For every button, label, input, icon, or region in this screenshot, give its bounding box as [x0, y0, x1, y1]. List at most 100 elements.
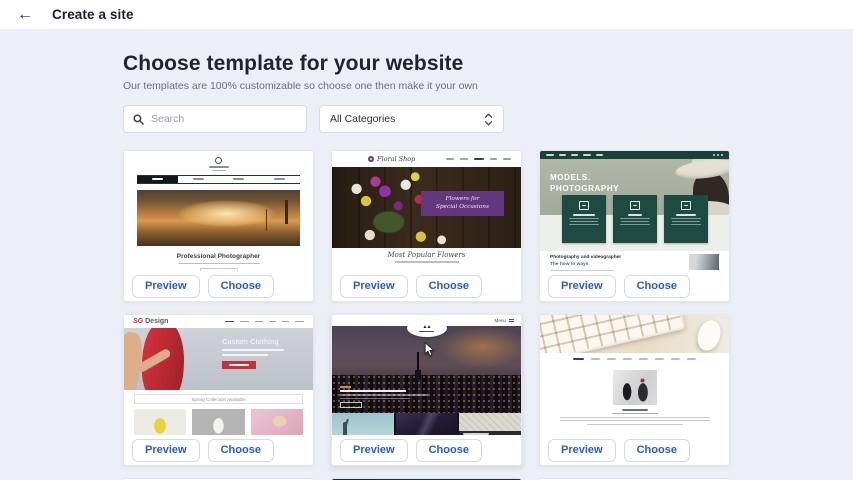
- post-caption-strip: [459, 431, 521, 435]
- text-line: [612, 413, 658, 414]
- preview-button[interactable]: Preview: [340, 439, 408, 462]
- gallery-icon: [630, 201, 640, 210]
- logo-text: Design: [145, 318, 168, 325]
- hero-overlay-banner: Flowers for Special Occasions: [421, 191, 504, 216]
- section-subtitle: The how to ways: [550, 261, 681, 268]
- thumb-navbar: [137, 175, 300, 184]
- menu-label: Menu: [495, 318, 507, 323]
- template-grid: Professional Photographer Preview Choose…: [123, 150, 730, 480]
- nav-item: [559, 154, 566, 156]
- choose-button[interactable]: Choose: [624, 439, 690, 462]
- section-photo: [689, 254, 719, 270]
- text-line: [340, 398, 410, 400]
- choose-button[interactable]: Choose: [624, 275, 690, 298]
- skyscraper-spire-shape: [417, 352, 419, 376]
- nav-item: [490, 158, 497, 160]
- card-actions: Preview Choose: [540, 271, 729, 301]
- card-actions: Preview Choose: [124, 271, 313, 301]
- chevron-up-down-icon: [484, 113, 493, 126]
- overlay-text-line1: Flowers for: [446, 196, 480, 203]
- feature-tile: [562, 195, 606, 243]
- product-item: [134, 409, 186, 435]
- preview-button[interactable]: Preview: [132, 275, 200, 298]
- hero-photo-city-skyline: ▲▲: [332, 326, 521, 413]
- template-card-floral-shop: Floral Shop Flowers for Special Occasion…: [331, 150, 522, 302]
- product-item: [251, 409, 303, 435]
- nav-item: [639, 358, 648, 360]
- content-photo-office-people: [613, 370, 657, 405]
- mouse-shape: [694, 317, 725, 353]
- choose-button[interactable]: Choose: [416, 275, 482, 298]
- choose-button[interactable]: Choose: [208, 439, 274, 462]
- thumb-cta-button: [200, 268, 238, 271]
- category-select[interactable]: All Categories: [319, 105, 504, 133]
- thumb-footer: Most Popular Flowers: [332, 248, 521, 271]
- nav-item-active: [573, 358, 584, 360]
- thumb-logo: [124, 151, 313, 171]
- search-box[interactable]: [123, 105, 307, 133]
- text-line: [340, 394, 428, 396]
- thumb-logo: SG Design: [133, 318, 168, 325]
- back-button[interactable]: ←: [13, 5, 37, 25]
- content-section: Photography and videographer The how to …: [540, 251, 729, 271]
- text-line: [569, 224, 599, 225]
- text-line: [222, 354, 268, 356]
- hero-caption: [340, 386, 428, 409]
- collection-banner: Spring Collection Available: [134, 394, 303, 404]
- content-section: Spring Collection Available: [124, 390, 313, 435]
- thumb-header: SG Design: [124, 315, 313, 328]
- nav-item: [571, 154, 578, 156]
- nav-item: [596, 154, 603, 156]
- card-actions: Preview Choose: [332, 435, 521, 465]
- template-thumbnail-city-blog[interactable]: Menu ▲▲: [332, 315, 521, 435]
- text-line: [587, 424, 683, 425]
- text-line: [212, 170, 226, 171]
- nav-item: [178, 176, 219, 183]
- footer-title: Most Popular Flowers: [332, 251, 521, 259]
- text-line: [395, 261, 459, 263]
- feature-tile: [613, 195, 657, 243]
- section-title: Photography and videographer: [550, 254, 681, 261]
- template-card-keyboard-minimal: Preview Choose: [539, 314, 730, 466]
- nav-item: [546, 154, 554, 156]
- hero-title-line1: MODELS.: [550, 172, 619, 183]
- text-line: [620, 224, 650, 225]
- statue-shape: [343, 422, 347, 435]
- template-card-photographer: Professional Photographer Preview Choose: [123, 150, 314, 302]
- nav-item: [671, 358, 680, 360]
- content-text-block: [540, 409, 729, 425]
- post-photo-sketch: [459, 413, 521, 435]
- text-line: [550, 270, 614, 271]
- nav-item: [269, 321, 276, 323]
- choose-button[interactable]: Choose: [208, 275, 274, 298]
- text-line: [620, 218, 650, 219]
- template-thumbnail-photographer[interactable]: Professional Photographer: [124, 151, 313, 271]
- logo-text: Floral Shop: [377, 155, 415, 163]
- preview-button[interactable]: Preview: [548, 439, 616, 462]
- section-text: Photography and videographer The how to …: [550, 254, 681, 271]
- preview-button[interactable]: Preview: [132, 439, 200, 462]
- choose-button[interactable]: Choose: [416, 439, 482, 462]
- card-actions: Preview Choose: [124, 435, 313, 465]
- logo-accent: SG: [133, 318, 143, 325]
- template-thumbnail-keyboard-minimal[interactable]: [540, 315, 729, 435]
- hero-title-line2: PHOTOGRAPHY: [550, 183, 619, 194]
- text-line: [222, 349, 284, 351]
- preview-button[interactable]: Preview: [340, 275, 408, 298]
- nav-item-active: [474, 158, 484, 160]
- nav-item: [503, 158, 511, 160]
- text-line: [560, 417, 710, 418]
- read-more-button-shape: [340, 402, 362, 408]
- search-input[interactable]: [151, 113, 297, 125]
- template-card-models-photography: MODELS. PHOTOGRAPHY Photography and vide…: [539, 150, 730, 302]
- page-title: Create a site: [52, 7, 134, 22]
- mouse-cursor-icon: [424, 342, 435, 357]
- template-thumbnail-sg-design[interactable]: SG Design: [124, 315, 313, 435]
- template-thumbnail-models-photography[interactable]: MODELS. PHOTOGRAPHY Photography and vide…: [540, 151, 729, 271]
- text-line: [676, 214, 696, 216]
- card-actions: Preview Choose: [540, 435, 729, 465]
- template-thumbnail-floral-shop[interactable]: Floral Shop Flowers for Special Occasion…: [332, 151, 521, 271]
- hero-title: Custom Clothing: [222, 339, 284, 346]
- preview-button[interactable]: Preview: [548, 275, 616, 298]
- card-actions: Preview Choose: [332, 271, 521, 301]
